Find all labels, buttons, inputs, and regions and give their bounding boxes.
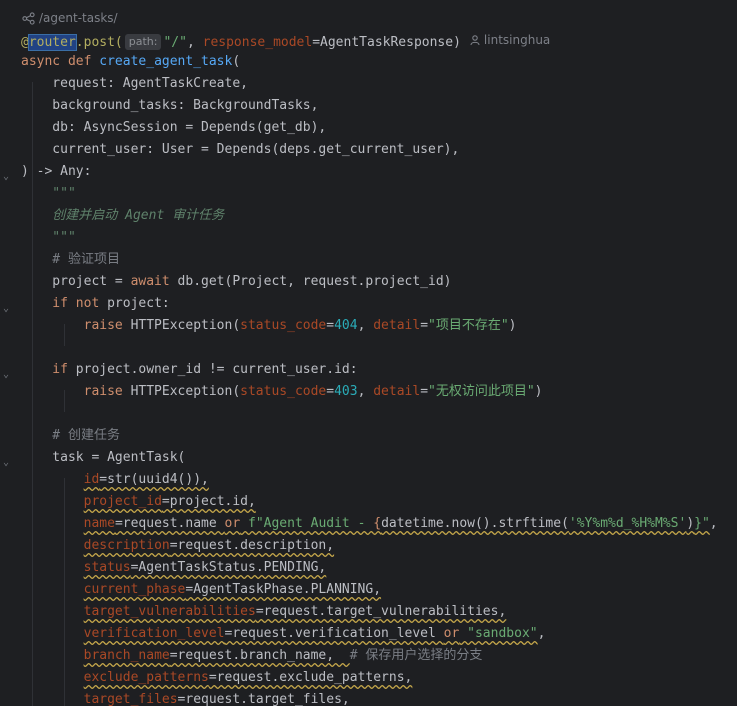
chevron-fold-icon[interactable]: ⌄ (3, 172, 9, 182)
code-line: # 创建任务 (21, 428, 120, 443)
code-line: if project.owner_id != current_user.id: (21, 362, 358, 377)
link-route-icon (22, 11, 35, 25)
code-line: target_files=request.target_files, (83, 692, 350, 706)
code-line: task = AgentTask( (21, 450, 186, 465)
code-line: # 验证项目 (21, 252, 120, 267)
code-line: """ (21, 186, 76, 201)
code-line: raise HTTPException(status_code=404, det… (21, 318, 517, 333)
route-hint[interactable]: /agent-tasks/ (22, 10, 118, 26)
chevron-fold-icon[interactable]: ⌄ (3, 304, 9, 314)
code-line: target_vulnerabilities=request.target_vu… (83, 604, 507, 619)
code-line: name=request.name or f"Agent Audit - {da… (83, 516, 718, 531)
code-line: raise HTTPException(status_code=403, det… (21, 384, 543, 399)
route-hint-path: /agent-tasks/ (39, 11, 118, 25)
function-name[interactable]: create_agent_task (99, 54, 232, 69)
editor-gutter: ⌄ ⌄ ⌄ ⌄ (0, 0, 18, 706)
author-hint[interactable]: lintsinghua (469, 29, 550, 51)
code-line: exclude_patterns=request.exclude_pattern… (83, 670, 413, 685)
code-line: """ (21, 230, 76, 245)
code-line: 创建并启动 Agent 审计任务 (21, 208, 225, 223)
code-line: request: AgentTaskCreate, (21, 76, 248, 91)
path-parameter-hint: path: (124, 34, 162, 50)
code-line: status=AgentTaskStatus.PENDING, (83, 560, 327, 575)
code-line: description=request.description, (83, 538, 335, 553)
code-line: branch_name=request.branch_name, # 保存用户选… (83, 648, 483, 663)
code-line: @router.post(path: "/", response_model=Ag… (21, 29, 550, 51)
code-line: background_tasks: BackgroundTasks, (21, 98, 319, 113)
code-line: project_id=project.id, (83, 494, 256, 509)
code-line: current_phase=AgentTaskPhase.PLANNING, (83, 582, 382, 597)
chevron-fold-icon[interactable]: ⌄ (3, 458, 9, 468)
code-line: verification_level=request.verification_… (83, 626, 546, 641)
code-line: if not project: (21, 296, 170, 311)
code-editor[interactable]: ⌄ ⌄ ⌄ ⌄ /agent-tasks/ @router.post(path:… (0, 0, 737, 706)
code-line: project = await db.get(Project, request.… (21, 274, 452, 289)
chevron-fold-icon[interactable]: ⌄ (3, 370, 9, 380)
user-icon (470, 35, 480, 46)
author-name: lintsinghua (483, 33, 551, 47)
code-line: async def create_agent_task( (21, 54, 241, 69)
code-line: id=str(uuid4()), (83, 472, 209, 487)
code-line: ) -> Any: (21, 164, 92, 179)
code-line: current_user: User = Depends(deps.get_cu… (21, 142, 460, 157)
router-identifier[interactable]: router (27, 34, 77, 51)
code-line: db: AsyncSession = Depends(get_db), (21, 120, 327, 135)
